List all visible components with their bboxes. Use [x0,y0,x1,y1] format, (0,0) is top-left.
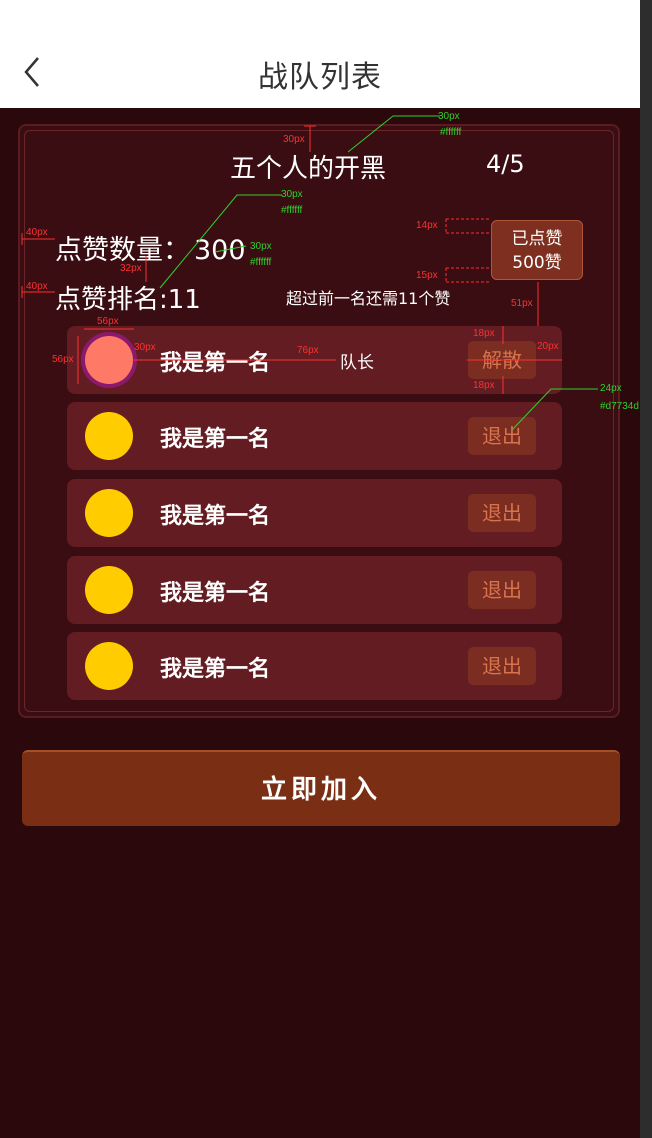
annotation: #ffffff [440,127,462,138]
like-count-label: 点赞数量： [55,235,190,266]
member-name: 我是第一名 [160,427,271,452]
avatar [85,412,133,460]
team-name: 五个人的开黑 [230,154,387,184]
annotation: 18px [473,380,495,391]
annotation: 56px [97,316,119,327]
join-button[interactable]: 立即加入 [22,750,620,826]
member-name: 我是第一名 [160,504,271,529]
quit-button[interactable]: 退出 [468,494,536,532]
annotation: 76px [297,345,319,356]
member-name: 我是第一名 [160,657,271,682]
avatar [85,642,133,690]
annotation: 30px [281,189,303,200]
liked-button[interactable]: 已点赞 500赞 [491,220,583,280]
member-name: 我是第一名 [160,581,271,606]
liked-button-count: 500赞 [512,253,562,273]
annotation: 40px [26,281,48,292]
avatar [85,336,133,384]
annotation: 24px [600,383,622,394]
member-row: 我是第一名 退出 [67,402,562,470]
quit-button[interactable]: 退出 [468,417,536,455]
nav-bar: 战队列表 [0,0,640,108]
like-count-value: 300 [194,235,246,266]
annotation: 30px [283,134,305,145]
page-title: 战队列表 [258,60,382,95]
annotation: 18px [473,328,495,339]
avatar [85,489,133,537]
annotation: #d7734d [600,401,639,412]
annotation: 32px [120,263,142,274]
annotation: 15px [416,270,438,281]
disband-button[interactable]: 解散 [468,341,536,379]
member-row: 我是第一名 退出 [67,479,562,547]
quit-button[interactable]: 退出 [468,571,536,609]
annotation: #ffffff [281,205,303,216]
like-count: 点赞数量： 300 [55,228,246,267]
annotation: 14px [416,220,438,231]
member-name: 我是第一名 [160,351,271,376]
like-rank: 点赞排名:11 [55,279,201,316]
annotation: #ffffff [250,257,272,268]
member-count: 4/5 [486,150,525,178]
scrollbar-track [640,0,652,1138]
member-row: 我是第一名 退出 [67,556,562,624]
annotation: 51px [511,298,533,309]
annotation: 30px [438,111,460,122]
liked-button-label: 已点赞 [511,229,563,249]
like-rank-value: 11 [167,285,201,315]
like-rank-label: 点赞排名: [55,285,168,315]
annotation: 20px [537,341,559,352]
annotation: 56px [52,354,74,365]
exceed-hint: 超过前一名还需11个赞 [286,289,451,308]
annotation: 30px [250,241,272,252]
member-row: 我是第一名 退出 [67,632,562,700]
annotation: 30px [134,342,156,353]
annotation: 40px [26,227,48,238]
leader-tag: 队长 [340,353,374,373]
avatar [85,566,133,614]
quit-button[interactable]: 退出 [468,647,536,685]
